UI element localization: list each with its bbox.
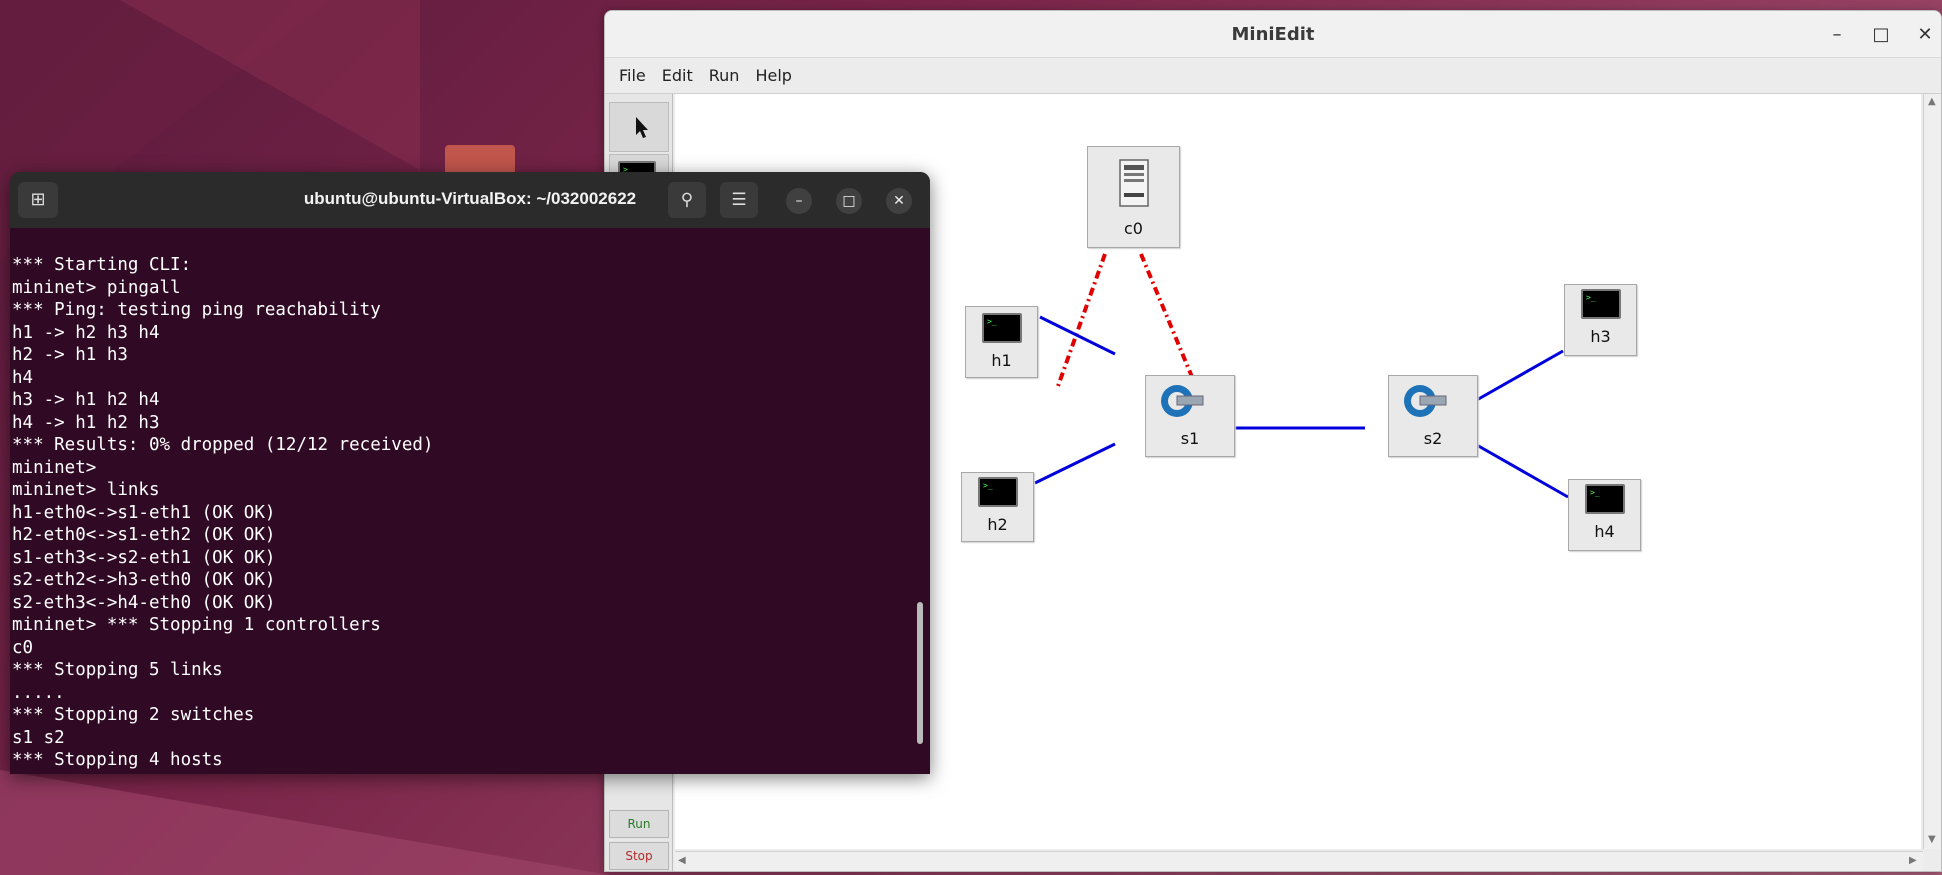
- scroll-left-icon[interactable]: ◀: [678, 855, 686, 866]
- terminal-line: s2-eth2<->h3-eth0 (OK OK): [12, 570, 276, 590]
- terminal-line: *** Ping: testing ping reachability: [12, 300, 381, 320]
- terminal-line: .....: [12, 682, 65, 703]
- terminal-scrollbar[interactable]: [917, 602, 923, 744]
- terminal-line: *** Results: 0% dropped (12/12 received): [12, 435, 434, 455]
- menu-help[interactable]: Help: [747, 66, 799, 85]
- link-s2-h4[interactable]: [1474, 442, 1569, 499]
- cursor-arrow-icon: [636, 117, 648, 138]
- vertical-scrollbar[interactable]: ▲ ▼: [1923, 94, 1941, 849]
- switch-icon: [1161, 385, 1204, 417]
- miniedit-titlebar[interactable]: MiniEdit – □ ✕: [605, 11, 1941, 58]
- minimize-icon[interactable]: –: [786, 188, 812, 214]
- close-button[interactable]: ✕: [1913, 23, 1937, 47]
- terminal-line: mininet> pingall: [12, 277, 181, 298]
- switch-node-s2[interactable]: s2: [1388, 375, 1478, 457]
- terminal-line: s1 s2: [12, 727, 65, 748]
- host-node-h1[interactable]: h1: [965, 306, 1038, 378]
- run-button[interactable]: Run: [609, 810, 669, 838]
- node-label-s2: s2: [1423, 429, 1443, 448]
- controller-link-s2[interactable]: [1139, 253, 1199, 390]
- select-tool-button[interactable]: [609, 102, 669, 152]
- controller-link-s1[interactable]: [1055, 253, 1107, 390]
- scroll-up-icon[interactable]: ▲: [1928, 96, 1936, 107]
- hamburger-menu-icon[interactable]: ☰: [720, 182, 758, 218]
- terminal-window: ⊞ ubuntu@ubuntu-VirtualBox: ~/032002622 …: [10, 172, 930, 774]
- host-icon: [1581, 289, 1621, 319]
- host-node-h4[interactable]: h4: [1568, 479, 1641, 551]
- scroll-right-icon[interactable]: ▶: [1909, 855, 1917, 866]
- menu-edit[interactable]: Edit: [654, 66, 701, 85]
- terminal-line: h4: [12, 367, 34, 388]
- terminal-output[interactable]: *** Starting CLI: mininet> pingall *** Pin…: [10, 254, 916, 774]
- node-label-h4: h4: [1594, 522, 1615, 541]
- terminal-line: *** Stopping 5 links: [12, 660, 223, 680]
- link-h1-s1[interactable]: [1039, 315, 1116, 356]
- wallpaper-shard: [120, 0, 420, 170]
- scroll-down-icon[interactable]: ▼: [1928, 834, 1936, 845]
- terminal-line: *** Stopping 2 switches: [12, 705, 255, 725]
- node-label-s1: s1: [1180, 429, 1200, 448]
- terminal-line: h2 -> h1 h3: [12, 345, 128, 365]
- maximize-icon[interactable]: □: [836, 188, 862, 214]
- controller-server-icon: [1119, 159, 1149, 207]
- terminal-line: mininet> *** Stopping 1 controllers: [12, 615, 381, 635]
- wallpaper-shard: [0, 770, 610, 875]
- terminal-line: mininet> links: [12, 480, 160, 500]
- terminal-header[interactable]: ⊞ ubuntu@ubuntu-VirtualBox: ~/032002622 …: [10, 172, 930, 228]
- host-node-h2[interactable]: h2: [961, 472, 1034, 542]
- terminal-line: s1-eth3<->s2-eth1 (OK OK): [12, 547, 276, 568]
- menu-run[interactable]: Run: [701, 66, 748, 85]
- host-node-h3[interactable]: h3: [1564, 284, 1637, 356]
- node-label-c0: c0: [1124, 219, 1143, 238]
- terminal-line: c0: [12, 637, 34, 658]
- switch-node-s1[interactable]: s1: [1145, 375, 1235, 457]
- menu-file[interactable]: File: [611, 66, 654, 85]
- terminal-line: *** Stopping 4 hosts: [12, 750, 223, 770]
- terminal-line: h2-eth0<->s1-eth2 (OK OK): [12, 525, 276, 545]
- host-icon: [978, 477, 1018, 507]
- search-icon[interactable]: ⚲: [668, 182, 706, 218]
- link-h2-s1[interactable]: [1034, 442, 1116, 485]
- controller-node-c0[interactable]: c0: [1087, 146, 1180, 248]
- terminal-line: h1-eth0<->s1-eth1 (OK OK): [12, 502, 276, 523]
- node-label-h2: h2: [987, 515, 1008, 534]
- terminal-line: mininet>: [12, 457, 97, 478]
- maximize-button[interactable]: □: [1869, 23, 1893, 47]
- close-icon[interactable]: ✕: [886, 188, 912, 214]
- terminal-line: h3 -> h1 h2 h4: [12, 390, 160, 410]
- node-label-h1: h1: [991, 351, 1012, 370]
- terminal-line: s2-eth3<->h4-eth0 (OK OK): [12, 592, 276, 613]
- menubar: File Edit Run Help: [605, 58, 1941, 94]
- terminal-line: *** Starting CLI:: [12, 255, 192, 275]
- switch-icon: [1404, 385, 1447, 417]
- link-s2-h3[interactable]: [1474, 349, 1564, 403]
- horizontal-scrollbar[interactable]: ◀ ▶: [675, 851, 1923, 871]
- host-icon: [1585, 484, 1625, 514]
- node-label-h3: h3: [1590, 327, 1611, 346]
- host-icon: [982, 313, 1022, 343]
- stop-button[interactable]: Stop: [609, 842, 669, 870]
- minimize-button[interactable]: –: [1825, 23, 1849, 47]
- miniedit-title: MiniEdit: [1231, 24, 1315, 45]
- terminal-line: h1 -> h2 h3 h4: [12, 322, 160, 343]
- terminal-line: h4 -> h1 h2 h3: [12, 412, 160, 433]
